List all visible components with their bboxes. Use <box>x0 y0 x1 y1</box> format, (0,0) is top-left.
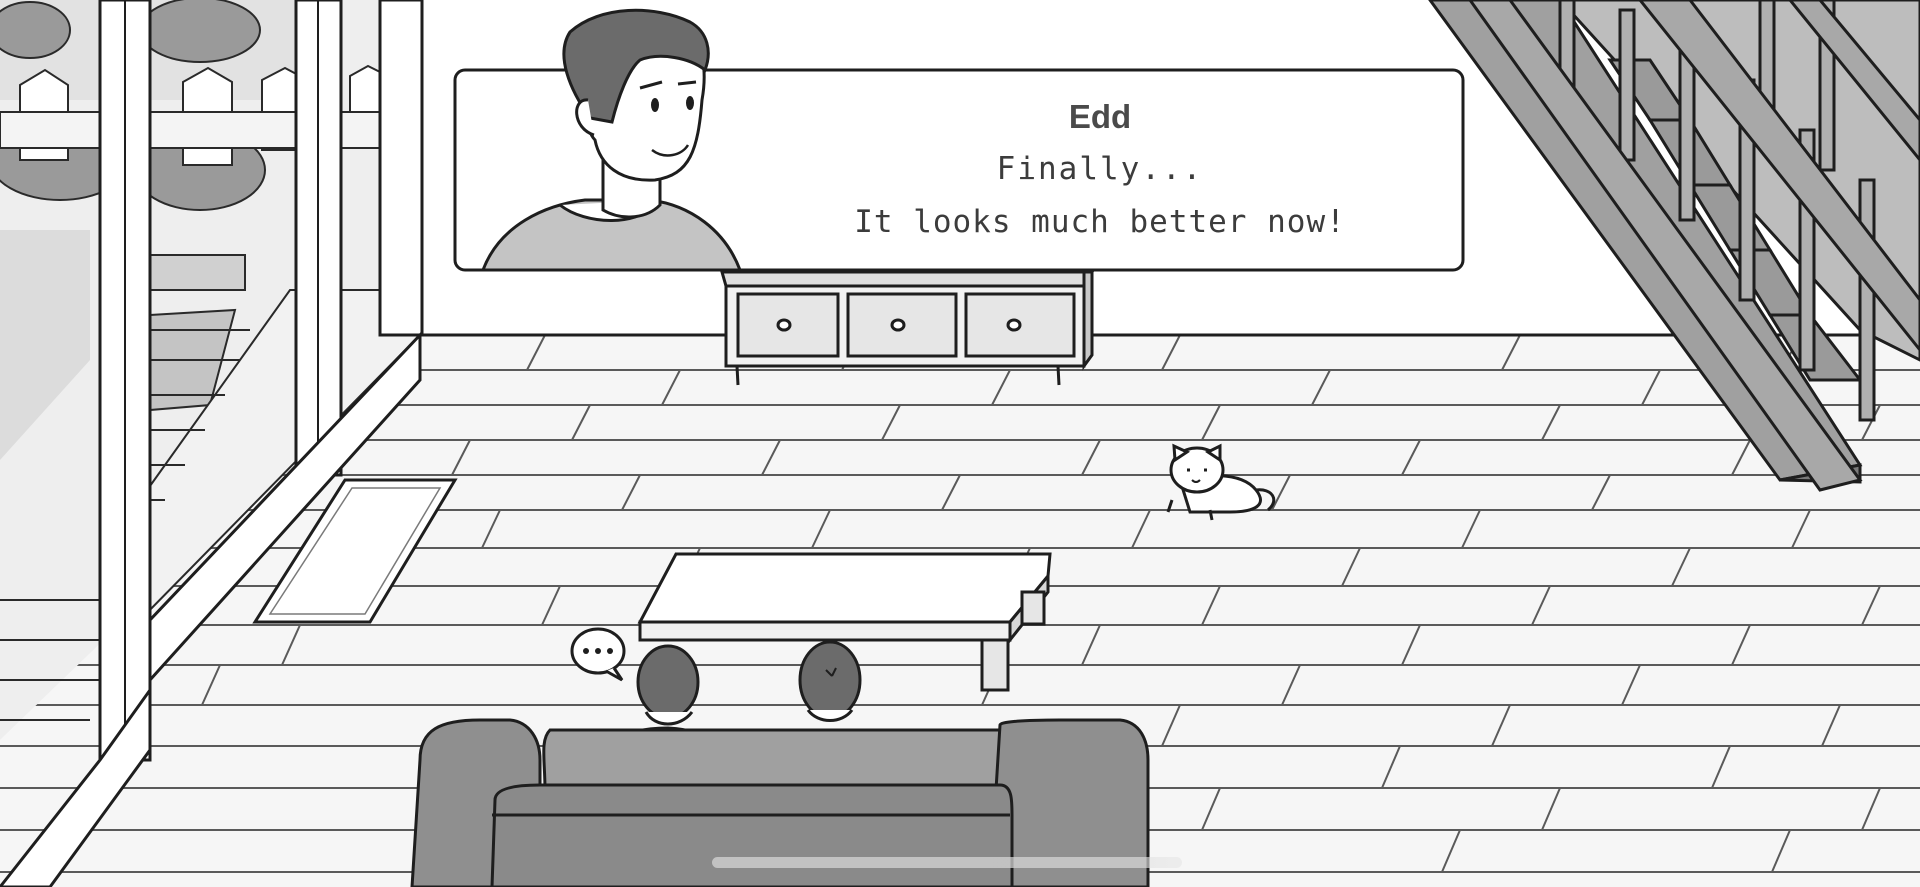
speaker-name: Edd <box>1068 98 1132 135</box>
home-indicator[interactable] <box>712 857 1182 868</box>
dialog-line-1: Finally... <box>996 151 1204 187</box>
dialog-line-2: It looks much better now! <box>854 204 1346 240</box>
